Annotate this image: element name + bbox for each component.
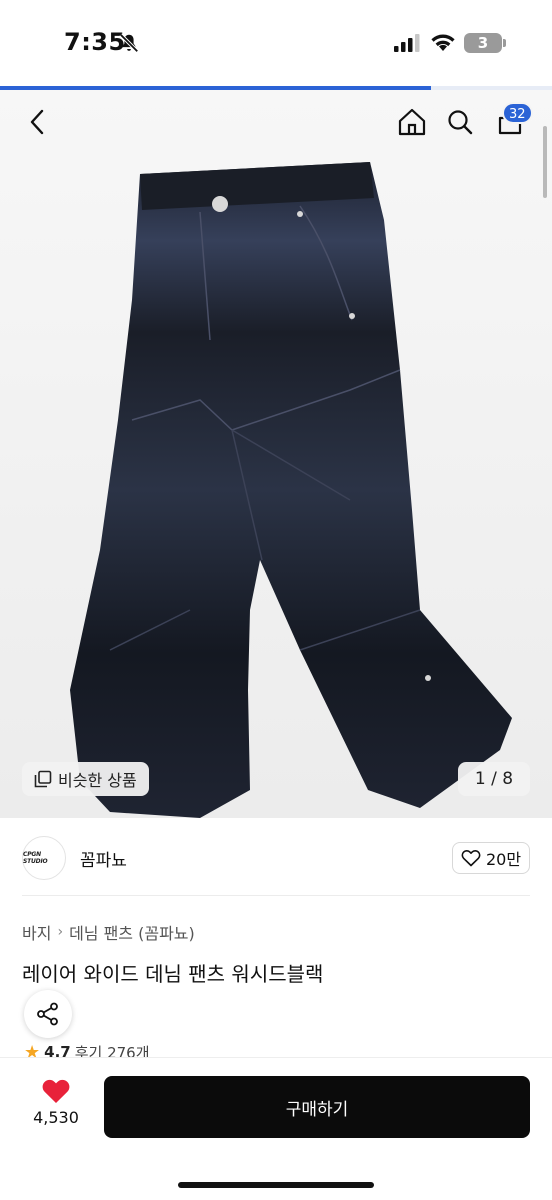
bottom-action-bar: 4,530 구매하기 [0, 1058, 552, 1200]
search-icon [448, 110, 473, 135]
product-title: 레이어 와이드 데님 팬츠 워시드블랙 [22, 962, 324, 986]
status-bar: 7:35 3 [0, 0, 552, 88]
battery-icon: 3 [464, 33, 502, 53]
wifi-icon [431, 34, 455, 51]
home-indicator [178, 1182, 374, 1188]
product-image [70, 162, 512, 818]
breadcrumb: 바지 › 데님 팬츠 (꼼파뇨) [22, 920, 195, 944]
back-button[interactable] [18, 102, 58, 142]
brand-logo-text: CPGN STUDIO [23, 851, 48, 865]
back-arrow-icon [30, 109, 44, 135]
home-icon [398, 108, 426, 136]
cart-count-badge: 32 [502, 102, 533, 124]
breadcrumb-item-subcategory[interactable]: 데님 팬츠 (꼼파뇨) [69, 920, 195, 944]
breadcrumb-item-category[interactable]: 바지 [22, 920, 51, 944]
brand-row: CPGN STUDIO 꼼파뇨 20만 [0, 818, 552, 896]
share-icon [37, 1002, 58, 1026]
buy-button[interactable]: 구매하기 [104, 1076, 530, 1138]
product-like-button[interactable]: 4,530 [24, 1078, 88, 1127]
divider [22, 895, 530, 896]
product-like-count: 4,530 [33, 1108, 79, 1127]
battery-tip [503, 39, 506, 47]
status-time: 7:35 [64, 28, 126, 56]
scrollbar[interactable] [543, 126, 547, 198]
heart-outline-icon [461, 849, 481, 867]
brand-like-button[interactable]: 20만 [452, 842, 530, 874]
image-page-counter: 1 / 8 [458, 762, 530, 796]
signal-icon [394, 34, 420, 52]
brand-logo[interactable]: CPGN STUDIO [22, 836, 66, 880]
similar-items-icon [34, 770, 52, 788]
heart-filled-icon [42, 1079, 70, 1103]
search-button[interactable] [440, 102, 480, 142]
brand-name[interactable]: 꼼파뇨 [80, 846, 127, 871]
product-image-gallery[interactable]: 32 비슷한 상품 1 / 8 [0, 90, 552, 818]
chevron-right-icon: › [57, 924, 64, 940]
home-button[interactable] [392, 102, 432, 142]
share-button[interactable] [24, 990, 72, 1038]
similar-items-button[interactable]: 비슷한 상품 [22, 762, 149, 796]
bell-slash-icon [119, 33, 139, 53]
similar-items-label: 비슷한 상품 [58, 771, 137, 790]
brand-like-count: 20만 [485, 850, 522, 869]
